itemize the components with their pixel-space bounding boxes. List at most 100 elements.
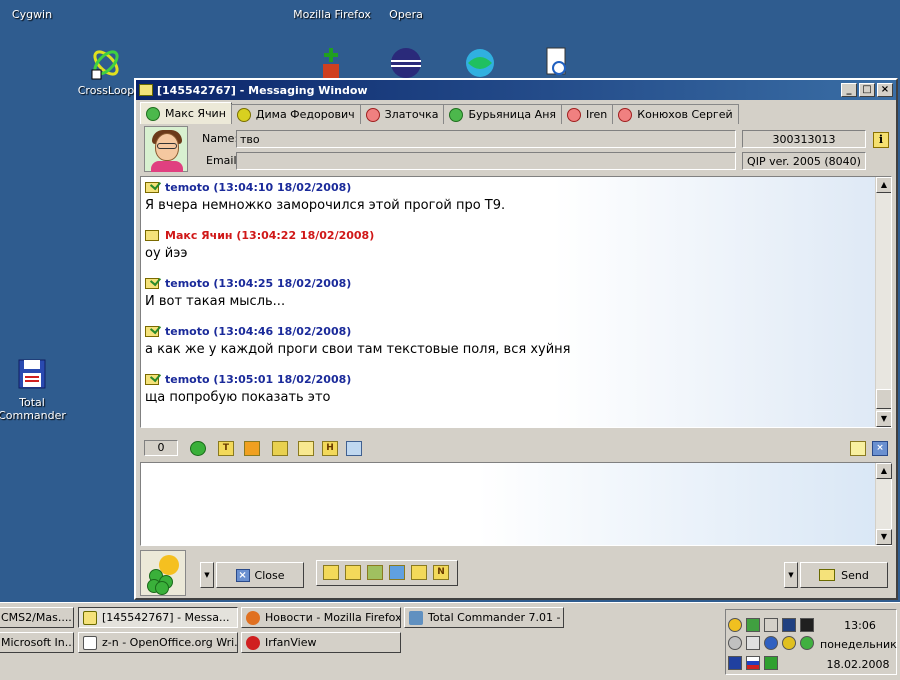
cygwin-icon (15, 0, 49, 4)
smile-icon[interactable] (190, 441, 206, 456)
tab-zlatochka[interactable]: Златочка (359, 104, 445, 124)
tab-iren[interactable]: Iren (561, 104, 614, 124)
taskbar-item-ie[interactable]: Microsoft In... (0, 632, 74, 653)
clock-time[interactable]: 13:06 (826, 619, 894, 632)
maximize-button[interactable]: □ (859, 83, 875, 97)
desktop-icon-opera[interactable]: Opera (366, 0, 446, 21)
scroll-down-button[interactable]: ▼ (876, 529, 892, 545)
input-scrollbar[interactable]: ▲ ▼ (875, 463, 892, 545)
chat-history[interactable]: temoto (13:04:10 18/02/2008) Я вчера нем… (140, 176, 892, 428)
star-icon[interactable] (298, 441, 314, 456)
uin-field[interactable]: 300313013 (742, 130, 866, 148)
taskbar-item-cms[interactable]: CMS2/Mas.... (0, 607, 74, 628)
tray-icon[interactable] (800, 618, 814, 632)
taskbar-item-messaging[interactable]: [145542767] - Messa... (78, 607, 238, 628)
avatar (144, 126, 188, 172)
search-icon[interactable] (346, 441, 362, 456)
char-counter: 0 (144, 440, 178, 456)
online-status-icon (449, 107, 464, 122)
message-delivered-icon (145, 278, 159, 289)
minimize-button[interactable]: _ (841, 83, 857, 97)
scroll-thumb[interactable] (876, 389, 891, 409)
note-icon[interactable] (850, 441, 866, 456)
messaging-window: [145542767] - Messaging Window _ □ × Мак… (134, 78, 898, 600)
name-field[interactable]: тво (236, 130, 736, 148)
offline-status-icon (618, 107, 633, 122)
message: temoto (13:05:01 18/02/2008) ща попробую… (145, 373, 352, 405)
close-icon[interactable]: × (872, 441, 888, 456)
qip-icon (83, 610, 97, 625)
offline-status-icon (365, 107, 380, 122)
firefox-icon (315, 0, 349, 4)
qip-logo-icon[interactable] (140, 550, 186, 596)
document-search-icon (539, 46, 573, 80)
scroll-up-button[interactable]: ▲ (876, 177, 891, 193)
send-button[interactable]: Send (800, 562, 888, 588)
tray-icon[interactable] (782, 618, 796, 632)
close-dropdown-button[interactable]: ▼ (200, 562, 214, 588)
tray-icon[interactable] (746, 636, 760, 650)
format-buttons-group: N (316, 560, 458, 586)
chat-scrollbar[interactable]: ▲ ▼ (875, 177, 891, 427)
online-status-icon (146, 106, 160, 121)
message-input[interactable]: ▲ ▼ (140, 462, 892, 546)
globe-icon (463, 46, 497, 80)
tab-buryanitsa-anya[interactable]: Бурьяница Аня (443, 104, 563, 124)
copy-icon[interactable] (411, 565, 427, 580)
message: temoto (13:04:25 18/02/2008) И вот такая… (145, 277, 352, 309)
email-field[interactable] (236, 152, 736, 170)
text-format-icon[interactable]: T (218, 441, 234, 456)
scroll-up-button[interactable]: ▲ (876, 463, 892, 479)
tray-icon[interactable] (800, 636, 814, 650)
tab-dima-fedorovich[interactable]: Дима Федорович (230, 104, 361, 124)
eclipse-icon (389, 46, 423, 80)
message-delivered-icon (145, 326, 159, 337)
system-tray: 13:06 понедельник 18.02.2008 (725, 609, 897, 675)
contact-tabs: Макс Ячин Дима Федорович Златочка Бурьян… (140, 102, 739, 124)
network-icon[interactable] (764, 656, 778, 670)
bottom-bar: ▼ × Close N ▼ Send (140, 550, 892, 598)
message: temoto (13:04:10 18/02/2008) Я вчера нем… (145, 181, 506, 213)
list-icon[interactable] (345, 565, 361, 580)
play-icon[interactable] (764, 618, 778, 632)
close-button[interactable]: × (877, 83, 893, 97)
highlight-icon[interactable]: H (322, 441, 338, 456)
language-icon[interactable] (746, 656, 760, 670)
taskbar-item-total-commander[interactable]: Total Commander 7.01 - ... (404, 607, 564, 628)
taskbar-item-firefox[interactable]: Новости - Mozilla Firefox (241, 607, 401, 628)
floppy-icon (15, 358, 49, 392)
close-icon: × (235, 568, 250, 582)
paint-icon[interactable] (244, 441, 260, 456)
message-toolbar: 0 T H × (140, 436, 892, 460)
away-status-icon (236, 107, 251, 122)
crossloop-icon (89, 46, 123, 80)
desktop-icon-total-commander[interactable]: Total Commander (0, 358, 72, 422)
tab-konyukhov-sergey[interactable]: Конюхов Сергей (612, 104, 739, 124)
tray-icon[interactable] (746, 618, 760, 632)
scroll-down-button[interactable]: ▼ (876, 411, 891, 427)
client-version-field: QIP ver. 2005 (8040) (742, 152, 866, 170)
name-label: Name: (202, 132, 239, 145)
save-icon[interactable] (272, 441, 288, 456)
taskbar-item-openoffice[interactable]: z-n - OpenOffice.org Wri... (78, 632, 238, 653)
title-bar[interactable]: [145542767] - Messaging Window _ □ × (136, 80, 896, 100)
desktop-icon-firefox[interactable]: Mozilla Firefox (292, 0, 372, 21)
users-icon[interactable] (389, 565, 405, 580)
history-icon[interactable] (367, 565, 383, 580)
flag-icon[interactable] (728, 656, 742, 670)
info-icon[interactable]: i (873, 132, 889, 148)
close-window-button[interactable]: × Close (216, 562, 304, 588)
tab-maks-yachin[interactable]: Макс Ячин (140, 102, 232, 124)
tray-icon[interactable] (728, 636, 742, 650)
taskbar-item-irfanview[interactable]: IrfanView (241, 632, 401, 653)
tray-icon[interactable] (728, 618, 742, 632)
tray-icon[interactable] (764, 636, 778, 650)
quote-icon[interactable] (323, 565, 339, 580)
tray-icon[interactable] (782, 636, 796, 650)
firefox-icon (246, 610, 260, 625)
send-dropdown-button[interactable]: ▼ (784, 562, 798, 588)
desktop-icon-cygwin[interactable]: Cygwin (0, 0, 72, 21)
notify-icon[interactable]: N (433, 565, 449, 580)
document-icon (83, 635, 97, 650)
message-delivered-icon (145, 374, 159, 385)
